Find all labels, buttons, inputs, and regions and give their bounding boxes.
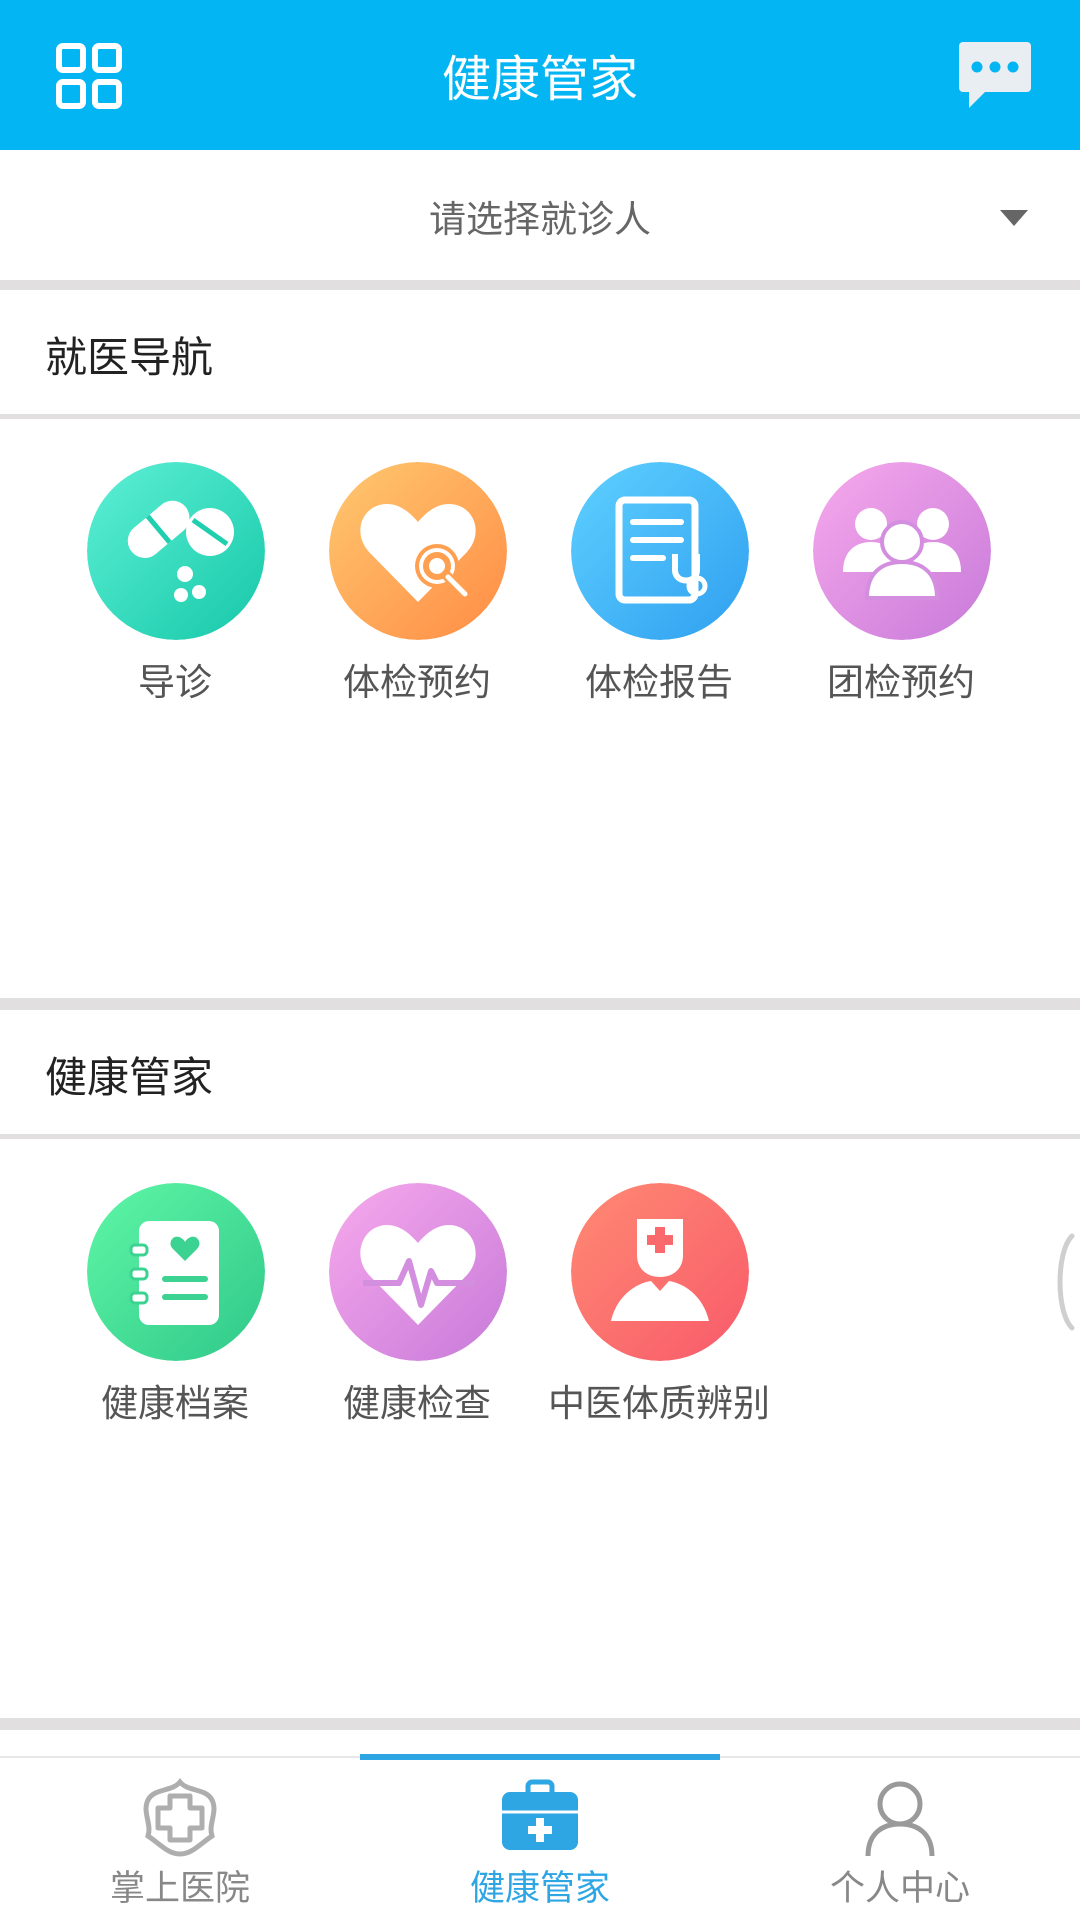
active-tab-indicator <box>360 1754 720 1760</box>
health-record-icon <box>87 1183 265 1361</box>
grid-item-label: 体检报告 <box>585 661 733 704</box>
grid-item-label: 中医体质辨别 <box>548 1382 770 1425</box>
grid-item-tcm-constitution[interactable]: 中医体质辨别 <box>538 1183 780 1425</box>
grid-item-health-record[interactable]: 健康档案 <box>54 1183 296 1425</box>
bottom-nav: 掌上医院 健康管家 个人中心 <box>0 1756 1080 1922</box>
person-icon <box>860 1778 940 1858</box>
medical-kit-icon <box>500 1778 580 1858</box>
grid-item-health-check[interactable]: 健康检查 <box>296 1183 538 1425</box>
grid-item-label: 体检预约 <box>343 661 491 704</box>
heartbeat-icon <box>329 1183 507 1361</box>
tab-health-manager[interactable]: 健康管家 <box>360 1758 720 1922</box>
group-icon <box>813 462 991 640</box>
divider <box>0 1718 1080 1730</box>
report-stethoscope-icon <box>571 462 749 640</box>
grid-item-checkup-booking[interactable]: 体检预约 <box>296 462 538 704</box>
divider <box>0 414 1080 419</box>
divider <box>0 280 1080 290</box>
grid-item-label: 健康检查 <box>343 1382 491 1425</box>
grid-item-label: 导诊 <box>138 661 212 704</box>
grid-item-label: 健康档案 <box>101 1382 249 1425</box>
patient-selector[interactable]: 请选择就诊人 <box>0 150 1080 282</box>
page-title: 健康管家 <box>441 50 638 108</box>
tab-label: 掌上医院 <box>109 1869 250 1909</box>
divider <box>0 1134 1080 1139</box>
section-title-navigation: 就医导航 <box>45 332 214 382</box>
section-title-health-manager: 健康管家 <box>45 1052 214 1102</box>
tab-label: 健康管家 <box>469 1869 610 1909</box>
grid-item-label: 团检预约 <box>827 661 975 704</box>
tab-personal-center[interactable]: 个人中心 <box>720 1758 1080 1922</box>
caret-down-icon <box>1000 210 1028 226</box>
grid-item-checkup-report[interactable]: 体检报告 <box>538 462 780 704</box>
hospital-cross-icon <box>140 1778 220 1858</box>
header-bar: 健康管家 <box>0 0 1080 150</box>
nurse-icon <box>571 1183 749 1361</box>
grid-item-guide[interactable]: 导诊 <box>54 462 296 704</box>
chat-bubble-icon[interactable] <box>955 38 1035 110</box>
scroll-handle[interactable] <box>1052 1232 1080 1332</box>
tab-hospital[interactable]: 掌上医院 <box>0 1758 360 1922</box>
pill-icon <box>87 462 265 640</box>
tab-label: 个人中心 <box>829 1869 970 1909</box>
heart-search-icon <box>329 462 507 640</box>
divider <box>0 998 1080 1010</box>
grid-item-group-booking[interactable]: 团检预约 <box>780 462 1022 704</box>
patient-selector-placeholder: 请选择就诊人 <box>429 198 651 241</box>
